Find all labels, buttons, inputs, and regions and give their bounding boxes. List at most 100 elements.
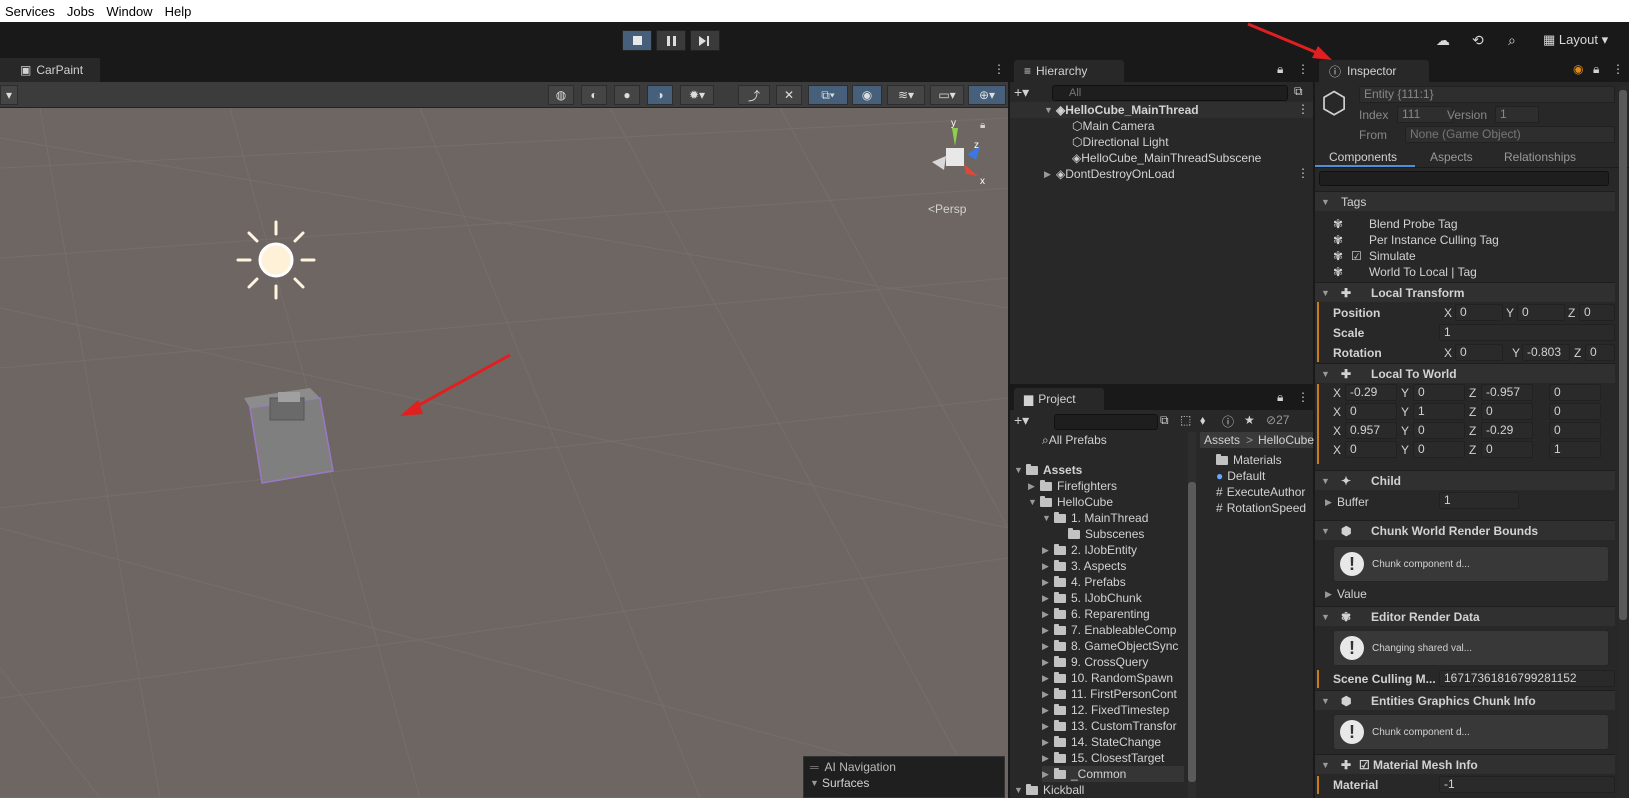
value-row[interactable]: ▶ Value: [1325, 586, 1367, 602]
search-options-icon[interactable]: ⧉: [1294, 84, 1303, 99]
section-child[interactable]: ▼ ✦ Child: [1315, 470, 1615, 490]
tree-item[interactable]: ▼ 1. MainThread: [1042, 510, 1148, 526]
persp-label[interactable]: <Persp: [928, 202, 966, 216]
menu-services[interactable]: Services: [0, 4, 60, 19]
breadcrumb-hellocube[interactable]: HelloCube: [1258, 432, 1314, 448]
draw-mode-dropdown[interactable]: ▾: [0, 85, 18, 105]
tree-scrollbar[interactable]: [1188, 432, 1196, 798]
tree-item[interactable]: ▶ 9. CrossQuery: [1042, 654, 1148, 670]
layout-dropdown[interactable]: ▦ Layout ▾: [1543, 32, 1608, 48]
step-button[interactable]: [690, 30, 720, 51]
gizmos-icon[interactable]: ⊕▾: [968, 85, 1006, 105]
debug-icon[interactable]: ✹▾: [680, 85, 714, 105]
rotation-y[interactable]: -0.803: [1522, 344, 1570, 361]
matrix-cell[interactable]: 0: [1345, 403, 1397, 420]
menu-jobs[interactable]: Jobs: [62, 4, 99, 19]
breadcrumb-assets[interactable]: Assets: [1204, 432, 1240, 448]
lock-icon[interactable]: 🔒︎: [980, 120, 985, 131]
tree-item[interactable]: ▶ 10. RandomSpawn: [1042, 670, 1173, 686]
lock-icon[interactable]: 🔒︎: [1277, 390, 1283, 405]
hidden-count[interactable]: ⊘27: [1266, 413, 1289, 427]
expand-arrow-icon[interactable]: ▶: [1042, 721, 1054, 732]
tree-item[interactable]: ▶ 6. Reparenting: [1042, 606, 1150, 622]
menu-help[interactable]: Help: [160, 4, 197, 19]
pause-button[interactable]: [656, 30, 686, 51]
add-button[interactable]: +▾: [1014, 412, 1029, 429]
cloud-icon[interactable]: ☁: [1436, 32, 1450, 49]
wireframe-icon[interactable]: ◍: [548, 85, 574, 105]
tree-item[interactable]: ▶ 15. ClosestTarget: [1042, 750, 1164, 766]
lit-icon[interactable]: ◑: [647, 85, 673, 105]
expand-arrow-icon[interactable]: ▶: [1042, 625, 1054, 636]
hierarchy-search-input[interactable]: All: [1052, 85, 1288, 101]
camera-icon[interactable]: ▭▾: [930, 85, 964, 105]
tree-item[interactable]: Subscenes: [1056, 526, 1144, 542]
tab-components[interactable]: Components: [1329, 150, 1397, 164]
section-editor-render[interactable]: ▼ ✾ Editor Render Data: [1315, 606, 1615, 626]
expand-arrow-icon[interactable]: ▶: [1042, 641, 1054, 652]
expand-arrow-icon[interactable]: ▶: [1042, 737, 1054, 748]
tree-item[interactable]: ▶ 4. Prefabs: [1042, 574, 1126, 590]
tree-assets[interactable]: ▼ Assets: [1014, 462, 1082, 478]
buffer-field[interactable]: 1: [1439, 492, 1519, 509]
shaded-wire-icon[interactable]: ◐: [581, 85, 607, 105]
expand-arrow-icon[interactable]: ▶: [1042, 577, 1054, 588]
more-icon[interactable]: ⋮: [1297, 102, 1309, 116]
position-x[interactable]: 0: [1455, 304, 1503, 321]
matrix-cell[interactable]: 0: [1549, 384, 1601, 401]
effects-icon[interactable]: ⧉▾: [808, 85, 848, 105]
expand-arrow-icon[interactable]: ▼: [1042, 513, 1054, 523]
more-icon[interactable]: ⋮: [1297, 166, 1309, 180]
inspector-scrollbar[interactable]: [1619, 86, 1627, 798]
search-options-icon[interactable]: ⧉: [1160, 413, 1169, 428]
matrix-cell[interactable]: 0: [1345, 441, 1397, 458]
expand-arrow-icon[interactable]: ▶: [1042, 561, 1054, 572]
material-field[interactable]: -1: [1439, 776, 1615, 793]
matrix-cell[interactable]: 1: [1413, 403, 1465, 420]
tree-item[interactable]: ▼ Kickball: [1014, 782, 1084, 798]
more-icon[interactable]: ⋮: [1297, 390, 1309, 404]
matrix-cell[interactable]: 0: [1413, 384, 1465, 401]
all-prefabs-item[interactable]: ⌕ All Prefabs: [1042, 432, 1107, 448]
matrix-cell[interactable]: 0: [1413, 441, 1465, 458]
section-material-mesh[interactable]: ▼ ✚ ☑ Material Mesh Info: [1315, 754, 1615, 774]
more-icon[interactable]: ⋮: [993, 62, 1005, 76]
rotation-z[interactable]: 0: [1585, 344, 1615, 361]
component-search-input[interactable]: [1319, 171, 1609, 186]
favorite-icon[interactable]: ★: [1244, 413, 1255, 427]
material-mesh-checkbox[interactable]: ☑: [1359, 758, 1373, 772]
shaded-icon[interactable]: ●: [614, 85, 640, 105]
expand-arrow-icon[interactable]: ▶: [1042, 769, 1054, 780]
expand-arrow-icon[interactable]: ▶: [1042, 689, 1054, 700]
matrix-cell[interactable]: 0: [1413, 422, 1465, 439]
matrix-cell[interactable]: -0.29: [1481, 422, 1533, 439]
position-y[interactable]: 0: [1517, 304, 1565, 321]
section-tags[interactable]: ▼ Tags: [1315, 191, 1615, 211]
section-chunk-bounds[interactable]: ▼ ⬢ Chunk World Render Bounds: [1315, 520, 1615, 540]
tree-item[interactable]: ▶ _Common: [1042, 766, 1184, 782]
tree-item[interactable]: ▶ 3. Aspects: [1042, 558, 1126, 574]
expand-arrow-icon[interactable]: ▶: [1042, 545, 1054, 556]
scene-viewport[interactable]: y z x 🔒︎ <Persp ═ AI Navigation ▼ Surfaces: [0, 108, 1008, 798]
matrix-cell[interactable]: 1: [1549, 441, 1601, 458]
label-filter-icon[interactable]: ⬧: [1200, 413, 1205, 428]
buffer-row[interactable]: ▶ Buffer: [1325, 494, 1369, 510]
rotation-x[interactable]: 0: [1455, 344, 1503, 361]
tab-project[interactable]: ▆ Project: [1014, 388, 1104, 410]
simulate-checkbox[interactable]: ☑: [1351, 249, 1369, 263]
tab-hierarchy[interactable]: ≡ Hierarchy: [1014, 60, 1124, 82]
hierarchy-item-subscene[interactable]: ◈ HelloCube_MainThreadSubscene: [1072, 150, 1261, 166]
matrix-cell[interactable]: 0.957: [1345, 422, 1397, 439]
type-filter-icon[interactable]: ⬚: [1180, 413, 1191, 427]
expand-arrow-icon[interactable]: ▶: [1042, 753, 1054, 764]
file-executeauthor[interactable]: # ExecuteAuthor: [1216, 484, 1305, 500]
expand-arrow-icon[interactable]: ▶: [1042, 657, 1054, 668]
matrix-cell[interactable]: 0: [1481, 441, 1533, 458]
file-default[interactable]: ● Default: [1216, 468, 1265, 484]
tree-item[interactable]: ▶ 8. GameObjectSync: [1042, 638, 1178, 654]
add-button[interactable]: +▾: [1014, 84, 1029, 101]
expand-arrow-icon[interactable]: ▼: [1014, 785, 1026, 795]
search-icon[interactable]: ⌕: [1508, 32, 1516, 49]
hierarchy-item-dontdestroy[interactable]: ▶ ◈ DontDestroyOnLoad: [1044, 166, 1175, 182]
tree-item[interactable]: ▶ 2. IJobEntity: [1042, 542, 1137, 558]
